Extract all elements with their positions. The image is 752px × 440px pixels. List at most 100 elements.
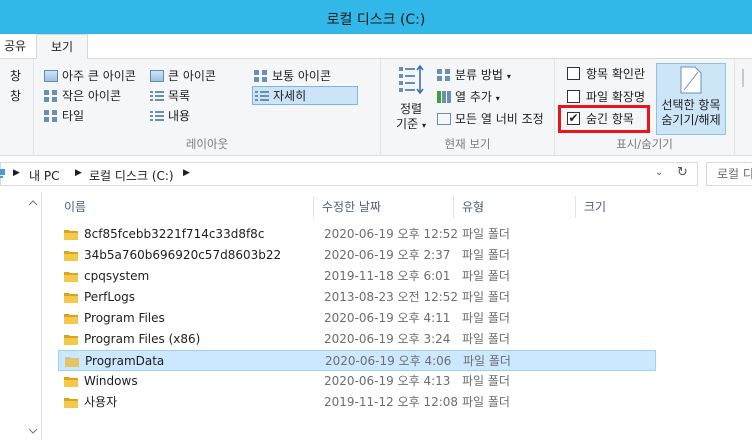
file-date-modified: 2020-06-19 오후 4:06 [325, 354, 452, 368]
view-label: 타일 [62, 109, 85, 123]
item-checkboxes-checkbox[interactable] [567, 67, 580, 80]
file-name: 34b5a760b696920c57d8603b22 [84, 248, 282, 262]
tab-share[interactable]: 공유 [0, 34, 32, 59]
table-row[interactable]: Windows 2020-06-19 오후 4:13 파일 폴더 [58, 371, 656, 392]
extra-large-icons-icon [44, 69, 58, 82]
nav-pane-button[interactable]: 창 [10, 67, 21, 86]
hidden-items-highlight [558, 105, 650, 133]
file-type: 파일 폴더 [462, 332, 510, 346]
pc-icon [0, 169, 5, 178]
file-type: 파일 폴더 [462, 395, 510, 409]
hide-selected-icon [680, 66, 702, 94]
table-row[interactable]: 8cf85fcebb3221f714c33d8f8c 2020-06-19 오후 … [58, 224, 656, 245]
file-date-modified: 2019-11-18 오후 6:01 [324, 269, 451, 283]
show-hide-group-label: 표시/숨기기 [616, 137, 673, 151]
file-date-modified: 2013-08-23 오전 12:52 [324, 290, 459, 304]
view-label: 아주 큰 아이콘 [62, 69, 136, 83]
folder-icon [64, 335, 78, 345]
fit-columns-label: 모든 열 너비 조정 [455, 112, 544, 126]
file-extensions-checkbox[interactable] [567, 90, 580, 103]
table-row[interactable]: 사용자 2019-11-12 오후 12:08 파일 폴더 [58, 392, 656, 413]
scroll-up-icon[interactable] [26, 196, 40, 210]
folder-icon [64, 293, 78, 303]
view-list[interactable]: 목록 [150, 87, 190, 106]
file-date-modified: 2020-06-19 오후 12:52 [324, 227, 459, 241]
search-input[interactable]: 로컬 디 [706, 162, 752, 186]
add-columns-button[interactable]: 열 추가 ▾ [437, 88, 500, 107]
column-date-modified[interactable]: 수정한 날짜 [314, 196, 454, 218]
item-checkboxes-label: 항목 확인란 [586, 67, 646, 81]
hide-selected-items-button[interactable]: 선택한 항목 숨기기/해제 [656, 63, 726, 135]
refresh-icon[interactable]: ↻ [677, 165, 688, 180]
file-name: cpqsystem [84, 269, 150, 283]
view-content[interactable]: 내용 [150, 107, 190, 126]
hide-selected-label-2: 숨기기/해제 [661, 113, 721, 127]
breadcrumb-separator-icon: ▶ [75, 168, 82, 178]
file-name: 사용자 [84, 395, 118, 409]
view-label: 보통 아이콘 [272, 69, 332, 83]
view-label: 내용 [168, 109, 191, 123]
group-by-icon [437, 68, 451, 81]
view-medium-icons[interactable]: 보통 아이콘 [254, 67, 331, 86]
details-icon [255, 89, 269, 102]
scroll-down-icon[interactable] [26, 424, 40, 438]
view-small-icons[interactable]: 작은 아이콘 [44, 87, 121, 106]
table-row[interactable]: PerfLogs 2013-08-23 오전 12:52 파일 폴더 [58, 287, 656, 308]
folder-icon [65, 357, 79, 367]
navigation-pane[interactable] [0, 192, 42, 440]
file-list-area: 이름 수정한 날짜 유형 크기 8cf85fcebb3221f714c33d8f… [0, 192, 752, 440]
sort-icon [399, 64, 424, 95]
add-columns-label: 열 추가 [455, 90, 492, 104]
table-row[interactable]: 34b5a760b696920c57d8603b22 2020-06-19 오후 … [58, 245, 656, 266]
column-header: 이름 수정한 날짜 유형 크기 [56, 196, 746, 218]
sort-label-2: 기준 ▾ [391, 117, 431, 133]
address-box[interactable]: ▶ 내 PC ▶ 로컬 디스크 (C:) ▶ ⌄ ↻ [0, 162, 698, 186]
file-type: 파일 폴더 [463, 354, 511, 368]
group-by-button[interactable]: 분류 방법 ▾ [437, 66, 511, 85]
table-row[interactable]: Program Files (x86) 2020-06-19 오후 3:24 파일 … [58, 329, 656, 350]
dropdown-arrow-icon: ▾ [421, 121, 426, 130]
file-date-modified: 2020-06-19 오후 4:13 [324, 374, 451, 388]
file-name: PerfLogs [84, 290, 136, 304]
view-tiles[interactable]: 타일 [44, 107, 84, 126]
file-type: 파일 폴더 [462, 227, 510, 241]
table-row[interactable]: Program Files 2020-06-19 오후 4:11 파일 폴더 [58, 308, 656, 329]
table-row[interactable]: cpqsystem 2019-11-18 오후 6:01 파일 폴더 [58, 266, 656, 287]
tab-view[interactable]: 보기 [36, 34, 88, 60]
column-type[interactable]: 유형 [454, 196, 576, 218]
item-checkboxes-toggle[interactable]: 항목 확인란 [567, 65, 645, 84]
sort-by-button[interactable]: 정렬 기준 ▾ [391, 64, 431, 133]
current-view-group-label: 현재 보기 [444, 137, 491, 151]
group-layout: 아주 큰 아이콘 작은 아이콘 타일 큰 아이콘 목록 내용 보통 아이콘 자세… [34, 59, 381, 156]
file-type: 파일 폴더 [462, 269, 510, 283]
hide-selected-label-1: 선택한 항목 [661, 98, 721, 112]
fit-columns-button[interactable]: 모든 열 너비 조정 [437, 110, 544, 129]
view-extra-large-icons[interactable]: 아주 큰 아이콘 [44, 67, 136, 86]
view-details[interactable]: 자세히 [252, 86, 358, 105]
breadcrumb-separator-icon: ▶ [13, 168, 20, 178]
file-type: 파일 폴더 [462, 311, 510, 325]
view-label: 작은 아이콘 [62, 89, 122, 103]
sort-label-1: 정렬 [399, 102, 423, 116]
address-bar: ▶ 내 PC ▶ 로컬 디스크 (C:) ▶ ⌄ ↻ 로컬 디 [0, 160, 752, 188]
breadcrumb-my-pc[interactable]: 내 PC [29, 167, 59, 184]
column-name[interactable]: 이름 [56, 196, 314, 218]
breadcrumb-local-disk[interactable]: 로컬 디스크 (C:) [89, 167, 174, 184]
column-size[interactable]: 크기 [576, 196, 656, 218]
dropdown-arrow-icon: ▾ [506, 72, 511, 81]
preview-pane-button[interactable]: 창 [10, 87, 21, 106]
table-row[interactable]: ProgramData 2020-06-19 오후 4:06 파일 폴더 [58, 350, 656, 371]
folder-icon [64, 398, 78, 408]
options-edge [742, 69, 744, 87]
file-name: Program Files [84, 311, 165, 325]
view-label: 자세히 [273, 89, 307, 103]
view-large-icons[interactable]: 큰 아이콘 [150, 67, 216, 86]
folder-icon [64, 230, 78, 240]
address-dropdown-icon[interactable]: ⌄ [655, 167, 663, 178]
group-by-label: 분류 방법 [455, 68, 503, 82]
file-name: Windows [84, 374, 138, 388]
file-date-modified: 2019-11-12 오후 12:08 [324, 395, 459, 409]
file-type: 파일 폴더 [462, 248, 510, 262]
file-type: 파일 폴더 [462, 374, 510, 388]
fit-columns-icon [437, 112, 451, 125]
